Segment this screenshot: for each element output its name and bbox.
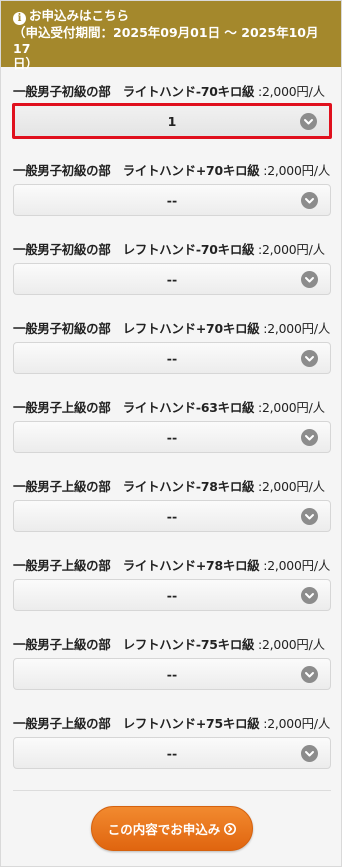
label-spacer: [111, 242, 123, 257]
division-name: ライトハンド+78キロ級: [122, 558, 260, 573]
division-price: :2,000円/人: [254, 242, 325, 257]
divider: [13, 790, 331, 791]
label-spacer: [111, 637, 123, 652]
division-price: :2,000円/人: [259, 716, 331, 731]
quantity-select[interactable]: --: [13, 579, 331, 611]
division-category: 一般男子上級の部: [13, 637, 111, 652]
quantity-select[interactable]: --: [13, 184, 331, 216]
quantity-select-value: --: [166, 271, 178, 287]
division-label: 一般男子初級の部 レフトハンド-70キロ級 :2,000円/人: [13, 240, 325, 258]
quantity-select[interactable]: 1: [12, 103, 332, 139]
quantity-select-value: --: [166, 192, 178, 208]
quantity-select-value: --: [166, 587, 178, 603]
info-icon: i: [13, 12, 26, 25]
division-label: 一般男子初級の部 ライトハンド+70キロ級 :2,000円/人: [13, 161, 330, 179]
chevron-down-icon: [301, 349, 318, 367]
label-spacer: [111, 84, 123, 99]
label-spacer: [111, 479, 123, 494]
chevron-down-icon: [301, 665, 318, 683]
quantity-select[interactable]: --: [13, 658, 331, 690]
division-label: 一般男子上級の部 ライトハンド-78キロ級 :2,000円/人: [13, 477, 325, 495]
chevron-down-icon: [301, 507, 318, 525]
division-name: ライトハンド+70キロ級: [122, 163, 260, 178]
submit-button[interactable]: この内容でお申込み: [91, 806, 253, 851]
division-name: レフトハンド+75キロ級: [122, 716, 260, 731]
application-period: （申込受付期間：2025年09月01日 〜 2025年10月17 日）: [13, 25, 331, 72]
quantity-select-value: 1: [167, 113, 177, 129]
quantity-select-value: --: [166, 350, 178, 366]
chevron-down-icon: [301, 270, 318, 288]
division-price: :2,000円/人: [259, 163, 331, 178]
chevron-down-icon: [301, 744, 318, 762]
submit-button-label: この内容でお申込み: [107, 822, 221, 837]
division-category: 一般男子初級の部: [13, 163, 111, 178]
division-name: レフトハンド+70キロ級: [122, 321, 260, 336]
chevron-down-icon: [301, 428, 318, 446]
label-spacer: [111, 163, 123, 178]
label-spacer: [111, 716, 123, 731]
quantity-select[interactable]: --: [13, 263, 331, 295]
quantity-select-value: --: [166, 429, 178, 445]
chevron-down-icon: [300, 112, 317, 130]
label-spacer: [111, 558, 123, 573]
division-name: レフトハンド-70キロ級: [122, 242, 255, 257]
header-title: お申込みはこちら: [29, 8, 130, 23]
division-label: 一般男子初級の部 ライトハンド-70キロ級 :2,000円/人: [13, 82, 325, 100]
division-price: :2,000円/人: [254, 400, 325, 415]
division-price: :2,000円/人: [259, 558, 331, 573]
application-period-line2: 日）: [13, 56, 39, 71]
division-category: 一般男子上級の部: [13, 558, 111, 573]
division-label: 一般男子上級の部 レフトハンド-75キロ級 :2,000円/人: [13, 635, 325, 653]
application-panel: i お申込みはこちら （申込受付期間：2025年09月01日 〜 2025年10月…: [0, 0, 342, 867]
division-category: 一般男子初級の部: [13, 321, 111, 336]
division-name: ライトハンド-63キロ級: [122, 400, 255, 415]
quantity-select[interactable]: --: [13, 421, 331, 453]
division-category: 一般男子初級の部: [13, 84, 111, 99]
division-name: ライトハンド-70キロ級: [122, 84, 255, 99]
quantity-select-value: --: [166, 745, 178, 761]
division-name: レフトハンド-75キロ級: [122, 637, 255, 652]
quantity-select-value: --: [166, 508, 178, 524]
division-price: :2,000円/人: [254, 479, 325, 494]
application-period-line1: （申込受付期間：2025年09月01日 〜 2025年10月17: [13, 25, 319, 56]
division-label: 一般男子初級の部 レフトハンド+70キロ級 :2,000円/人: [13, 319, 330, 337]
header-title-line: i お申込みはこちら: [13, 8, 331, 25]
division-category: 一般男子上級の部: [13, 479, 111, 494]
chevron-down-icon: [301, 191, 318, 209]
division-label: 一般男子上級の部 ライトハンド-63キロ級 :2,000円/人: [13, 398, 325, 416]
division-category: 一般男子初級の部: [13, 242, 111, 257]
application-header: i お申込みはこちら （申込受付期間：2025年09月01日 〜 2025年10月…: [1, 1, 341, 71]
label-spacer: [111, 321, 123, 336]
chevron-down-icon: [301, 586, 318, 604]
division-category: 一般男子上級の部: [13, 400, 111, 415]
quantity-select[interactable]: --: [13, 342, 331, 374]
arrow-right-circle-icon: [224, 822, 237, 835]
quantity-select[interactable]: --: [13, 500, 331, 532]
label-spacer: [111, 400, 123, 415]
division-category: 一般男子上級の部: [13, 716, 111, 731]
division-name: ライトハンド-78キロ級: [122, 479, 255, 494]
division-label: 一般男子上級の部 ライトハンド+78キロ級 :2,000円/人: [13, 556, 330, 574]
division-price: :2,000円/人: [254, 637, 325, 652]
quantity-select-value: --: [166, 666, 178, 682]
division-price: :2,000円/人: [259, 321, 331, 336]
division-price: :2,000円/人: [254, 84, 325, 99]
division-label: 一般男子上級の部 レフトハンド+75キロ級 :2,000円/人: [13, 714, 330, 732]
quantity-select[interactable]: --: [13, 737, 331, 769]
